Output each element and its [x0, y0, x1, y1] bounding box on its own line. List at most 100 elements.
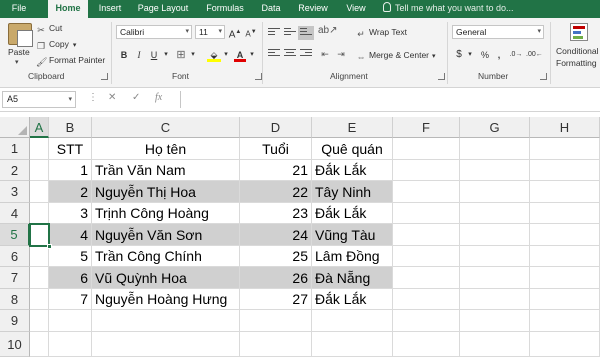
row-header-9[interactable]: 9 [0, 310, 30, 332]
cell[interactable] [393, 289, 460, 310]
cell[interactable] [30, 138, 49, 160]
cell-age[interactable]: 26 [240, 267, 312, 289]
cell[interactable] [49, 332, 92, 357]
copy-button[interactable]: ❐ Copy ▾ [36, 38, 76, 51]
header-age[interactable]: Tuổi [240, 138, 312, 160]
cell-age[interactable]: 24 [240, 224, 312, 246]
cell[interactable] [530, 224, 600, 246]
cell[interactable] [460, 181, 530, 203]
select-all-button[interactable] [0, 117, 30, 138]
alignment-launcher-icon[interactable] [438, 73, 445, 80]
cell[interactable] [393, 224, 460, 246]
tell-me-search[interactable]: Tell me what you want to do... [383, 0, 514, 18]
active-cell-selection[interactable] [29, 223, 52, 249]
cell-stt[interactable]: 3 [49, 203, 92, 224]
cell-hometown[interactable]: Đắk Lắk [312, 289, 393, 310]
tab-formulas[interactable]: Formulas [200, 0, 250, 18]
align-center-icon[interactable] [284, 49, 296, 59]
cell[interactable] [30, 181, 49, 203]
column-header-b[interactable]: B [49, 117, 92, 138]
font-color-icon[interactable]: A [234, 48, 246, 62]
cell[interactable] [530, 310, 600, 332]
header-hometown[interactable]: Quê quán [312, 138, 393, 160]
cell[interactable] [460, 160, 530, 181]
row-header-2[interactable]: 2 [0, 160, 30, 181]
cell[interactable] [312, 332, 393, 357]
tab-data[interactable]: Data [256, 0, 286, 18]
font-size-select[interactable]: 11 ▾ [195, 25, 225, 39]
orientation-icon[interactable]: ab↗ [318, 24, 338, 38]
cell[interactable] [460, 224, 530, 246]
cancel-icon[interactable]: ✕ [108, 92, 116, 103]
font-name-select[interactable]: Calibri ▾ [116, 25, 192, 39]
top-align-icon[interactable] [268, 28, 280, 38]
cell[interactable] [393, 160, 460, 181]
cell-stt[interactable]: 5 [49, 246, 92, 267]
cell-name[interactable]: Trịnh Công Hoàng [92, 203, 240, 224]
header-stt[interactable]: STT [49, 138, 92, 160]
cell[interactable] [460, 332, 530, 357]
cell-age[interactable]: 25 [240, 246, 312, 267]
italic-button[interactable]: I [133, 48, 145, 62]
tab-review[interactable]: Review [293, 0, 333, 18]
cell[interactable] [530, 246, 600, 267]
cell-age[interactable]: 21 [240, 160, 312, 181]
cell-stt[interactable]: 6 [49, 267, 92, 289]
cell[interactable] [30, 332, 49, 357]
header-name[interactable]: Họ tên [92, 138, 240, 160]
cell[interactable] [393, 181, 460, 203]
align-right-icon[interactable] [300, 49, 312, 59]
column-header-c[interactable]: C [92, 117, 240, 138]
cell-age[interactable]: 23 [240, 203, 312, 224]
row-header-3[interactable]: 3 [0, 181, 30, 203]
format-painter-button[interactable]: 🖌 Format Painter [36, 54, 105, 67]
cell[interactable] [530, 203, 600, 224]
cell-age[interactable]: 27 [240, 289, 312, 310]
cell-name[interactable]: Nguyễn Thị Hoa [92, 181, 240, 203]
cell-hometown[interactable]: Đắk Lắk [312, 203, 393, 224]
cell[interactable] [460, 289, 530, 310]
font-launcher-icon[interactable] [255, 73, 262, 80]
row-header-10[interactable]: 10 [0, 332, 30, 357]
cell-stt[interactable]: 1 [49, 160, 92, 181]
tab-home[interactable]: Home [48, 0, 88, 18]
cell[interactable] [30, 267, 49, 289]
bottom-align-icon[interactable] [298, 26, 314, 40]
insert-function-icon[interactable]: fx [155, 92, 162, 103]
cell[interactable] [393, 332, 460, 357]
cell[interactable] [530, 332, 600, 357]
cell-hometown[interactable]: Tây Ninh [312, 181, 393, 203]
number-launcher-icon[interactable] [540, 73, 547, 80]
cut-button[interactable]: ✂ Cut [36, 22, 62, 35]
formula-input[interactable] [180, 91, 600, 108]
decrease-indent-icon[interactable]: ⇤ [318, 47, 332, 61]
cell[interactable] [460, 203, 530, 224]
borders-icon[interactable]: ⊞ [174, 48, 188, 62]
cell[interactable] [30, 289, 49, 310]
column-header-a[interactable]: A [30, 117, 49, 138]
cell[interactable] [393, 138, 460, 160]
cell[interactable] [393, 246, 460, 267]
worksheet-grid[interactable]: ABCDEFGH 1 2 3 4 5 6 7 8 9 10 STT Họ tên Tuổi Quê qu… [0, 117, 600, 357]
tab-page-layout[interactable]: Page Layout [133, 0, 193, 18]
column-header-g[interactable]: G [460, 117, 530, 138]
cell-name[interactable]: Nguyễn Văn Sơn [92, 224, 240, 246]
cell-age[interactable]: 22 [240, 181, 312, 203]
cell[interactable] [393, 203, 460, 224]
cell[interactable] [312, 310, 393, 332]
cell-stt[interactable]: 2 [49, 181, 92, 203]
increase-decimal-icon[interactable]: .0→ [508, 48, 524, 62]
row-header-7[interactable]: 7 [0, 267, 30, 289]
middle-align-icon[interactable] [284, 28, 296, 38]
cell[interactable] [460, 310, 530, 332]
cell-name[interactable]: Trần Công Chính [92, 246, 240, 267]
cell[interactable] [30, 246, 49, 267]
decrease-decimal-icon[interactable]: .00← [526, 48, 543, 62]
cell-hometown[interactable]: Vũng Tàu [312, 224, 393, 246]
cell-stt[interactable]: 7 [49, 289, 92, 310]
clipboard-launcher-icon[interactable] [101, 73, 108, 80]
cell[interactable] [530, 181, 600, 203]
tab-file[interactable]: File [6, 0, 32, 18]
increase-font-size-button[interactable]: A▲ [228, 25, 242, 40]
fill-color-icon[interactable]: ⬙ [207, 48, 221, 62]
